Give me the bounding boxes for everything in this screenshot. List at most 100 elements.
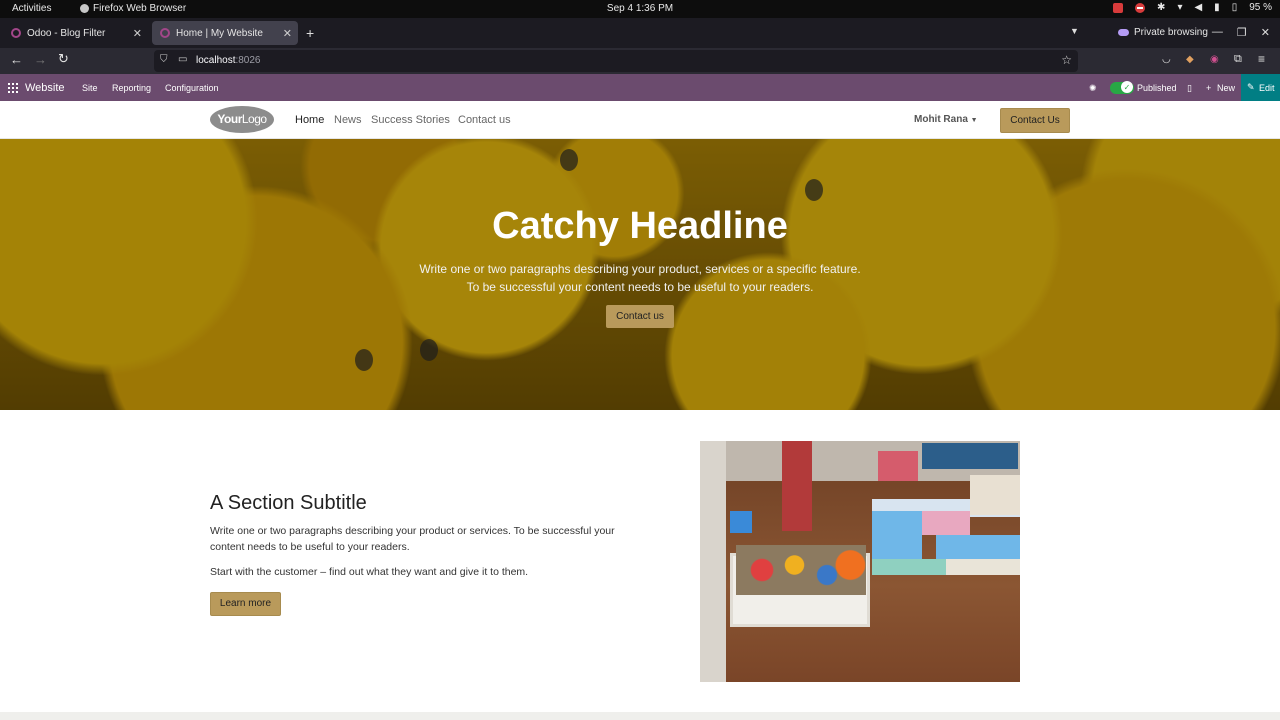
do-not-disturb-icon[interactable] — [1135, 2, 1146, 13]
odoo-favicon-icon — [160, 28, 170, 38]
new-button[interactable]: New — [1217, 83, 1235, 93]
section-image-playroom — [700, 441, 1020, 682]
close-window-icon[interactable]: ✕ — [1261, 26, 1270, 39]
system-top-bar: Activities Firefox Web Browser Sep 4 1:3… — [0, 0, 1280, 18]
hero-title: Catchy Headline — [492, 205, 788, 247]
hero-text-line-2: To be successful your content needs to b… — [466, 280, 814, 294]
color-picker-extension-icon[interactable]: ◉ — [1210, 54, 1219, 65]
close-tab-icon[interactable]: ✕ — [133, 27, 142, 40]
pencil-icon: ✎ — [1247, 82, 1255, 92]
hero-contact-us-button[interactable]: Contact us — [606, 305, 674, 328]
clock[interactable]: Sep 4 1:36 PM — [0, 3, 1280, 14]
published-toggle[interactable] — [1110, 81, 1134, 94]
odoo-favicon-icon — [11, 28, 21, 38]
decorative-face-eye — [420, 339, 438, 361]
site-logo[interactable]: YourLogo — [210, 106, 274, 133]
battery-level: 95 % — [1249, 2, 1272, 13]
nav-contact-us[interactable]: Contact us — [458, 114, 511, 126]
url-text: localhost:8026 — [196, 55, 261, 66]
menu-site[interactable]: Site — [82, 83, 98, 93]
bug-debug-icon[interactable]: ✺ — [1089, 83, 1097, 94]
hero-text: Write one or two paragraphs describing y… — [390, 260, 890, 296]
address-bar[interactable]: ⛉ ▭ localhost:8026 ☆ — [154, 50, 1078, 72]
section-subtitle: A Section Subtitle — [210, 492, 367, 514]
decorative-toys — [736, 545, 866, 595]
url-port: :8026 — [235, 55, 261, 66]
tab-title: Odoo - Blog Filter — [27, 27, 106, 39]
reload-icon[interactable]: ↻ — [58, 51, 69, 67]
learn-more-button[interactable]: Learn more — [210, 592, 281, 616]
wifi-icon[interactable]: ▾ — [1177, 2, 1182, 13]
mobile-preview-icon[interactable]: ▯ — [1187, 83, 1192, 94]
private-browsing-indicator: Private browsing — [1118, 27, 1208, 38]
browser-navigation-bar: ← → ↻ ⛉ ▭ localhost:8026 ☆ ◡ ◆ ◉ ⧉ ≡ — [0, 48, 1280, 74]
decorative-face-eye — [560, 149, 578, 171]
tab-title: Home | My Website — [176, 27, 263, 39]
menu-reporting[interactable]: Reporting — [112, 83, 151, 93]
logo-text-bold: Your — [217, 112, 242, 126]
list-all-tabs-chevron-icon[interactable]: ▼ — [1070, 26, 1079, 36]
system-tray[interactable]: ✱ ▾ ◀ ▮ ▯ 95 % — [1113, 2, 1272, 13]
website-app-title[interactable]: Website — [25, 82, 65, 94]
close-tab-icon[interactable]: ✕ — [283, 27, 292, 40]
tab-odoo-blog-filter[interactable]: Odoo - Blog Filter ✕ — [3, 21, 148, 45]
bookmark-star-icon[interactable]: ☆ — [1061, 53, 1072, 67]
logo-text-light: Logo — [241, 112, 267, 126]
section-paragraph-1: Write one or two paragraphs describing y… — [210, 525, 615, 553]
volume-icon[interactable]: ◀ — [1194, 2, 1202, 13]
browser-tab-strip: Odoo - Blog Filter ✕ Home | My Website ✕… — [0, 18, 1280, 48]
nav-news[interactable]: News — [334, 114, 362, 126]
new-tab-plus-icon[interactable]: + — [306, 25, 314, 41]
pocket-icon[interactable]: ◡ — [1162, 54, 1171, 65]
decorative-mat — [872, 511, 922, 559]
section-paragraph-2: Start with the customer – find out what … — [210, 566, 529, 578]
decorative-table — [970, 475, 1020, 515]
battery-icon[interactable]: ▯ — [1232, 2, 1238, 13]
extensions-puzzle-icon[interactable]: ⧉ — [1234, 53, 1242, 66]
window-controls: — ❐ ✕ — [1212, 26, 1270, 39]
header-contact-us-button[interactable]: Contact Us — [1000, 108, 1070, 133]
minimize-icon[interactable]: — — [1212, 26, 1223, 39]
back-arrow-icon[interactable]: ← — [10, 52, 23, 67]
page-info-icon[interactable]: ▭ — [178, 54, 187, 65]
nav-success-stories[interactable]: Success Stories — [371, 114, 450, 126]
microphone-icon[interactable]: ▮ — [1214, 2, 1220, 13]
odoo-website-editor-bar: Website Site Reporting Configuration ✺ P… — [0, 74, 1280, 101]
decorative-face-eye — [805, 179, 823, 201]
tracking-shield-icon[interactable]: ⛉ — [160, 54, 168, 65]
private-mask-icon — [1118, 29, 1129, 36]
decorative-mat — [878, 451, 918, 481]
footer-strip — [0, 712, 1280, 720]
forward-arrow-icon[interactable]: → — [34, 52, 47, 67]
decorative-red-panel — [782, 441, 812, 531]
edit-button[interactable]: ✎ Edit — [1241, 74, 1280, 101]
accessibility-icon[interactable]: ✱ — [1157, 2, 1165, 13]
hero-banner: Catchy Headline Write one or two paragra… — [0, 139, 1280, 410]
website-header: YourLogo Home News Success Stories Conta… — [0, 101, 1280, 139]
restore-icon[interactable]: ❐ — [1237, 26, 1247, 39]
published-label: Published — [1137, 83, 1177, 93]
user-name: Mohit Rana — [914, 114, 968, 125]
extension-fox-icon[interactable]: ◆ — [1186, 54, 1194, 65]
screen-record-icon[interactable] — [1113, 2, 1124, 13]
user-menu[interactable]: Mohit Rana ▼ — [914, 114, 978, 125]
decorative-mat — [936, 535, 1020, 559]
apps-grid-icon[interactable] — [8, 83, 18, 93]
decorative-mat — [922, 511, 970, 535]
hamburger-menu-icon[interactable]: ≡ — [1258, 52, 1265, 66]
new-plus-icon[interactable]: + — [1206, 83, 1211, 93]
decorative-mat — [872, 559, 946, 575]
caret-down-icon: ▼ — [970, 117, 978, 124]
nav-home[interactable]: Home — [295, 114, 324, 126]
decorative-blue-chair — [730, 511, 752, 533]
decorative-face-eye — [355, 349, 373, 371]
menu-configuration[interactable]: Configuration — [165, 83, 219, 93]
edit-label: Edit — [1259, 83, 1275, 93]
decorative-mat — [946, 559, 1020, 575]
private-browsing-label: Private browsing — [1134, 27, 1208, 38]
url-host: localhost — [196, 55, 236, 66]
decorative-wall — [700, 441, 726, 682]
tab-home-my-website[interactable]: Home | My Website ✕ — [152, 21, 298, 45]
decorative-chairs — [922, 443, 1018, 469]
hero-text-line-1: Write one or two paragraphs describing y… — [419, 262, 861, 276]
